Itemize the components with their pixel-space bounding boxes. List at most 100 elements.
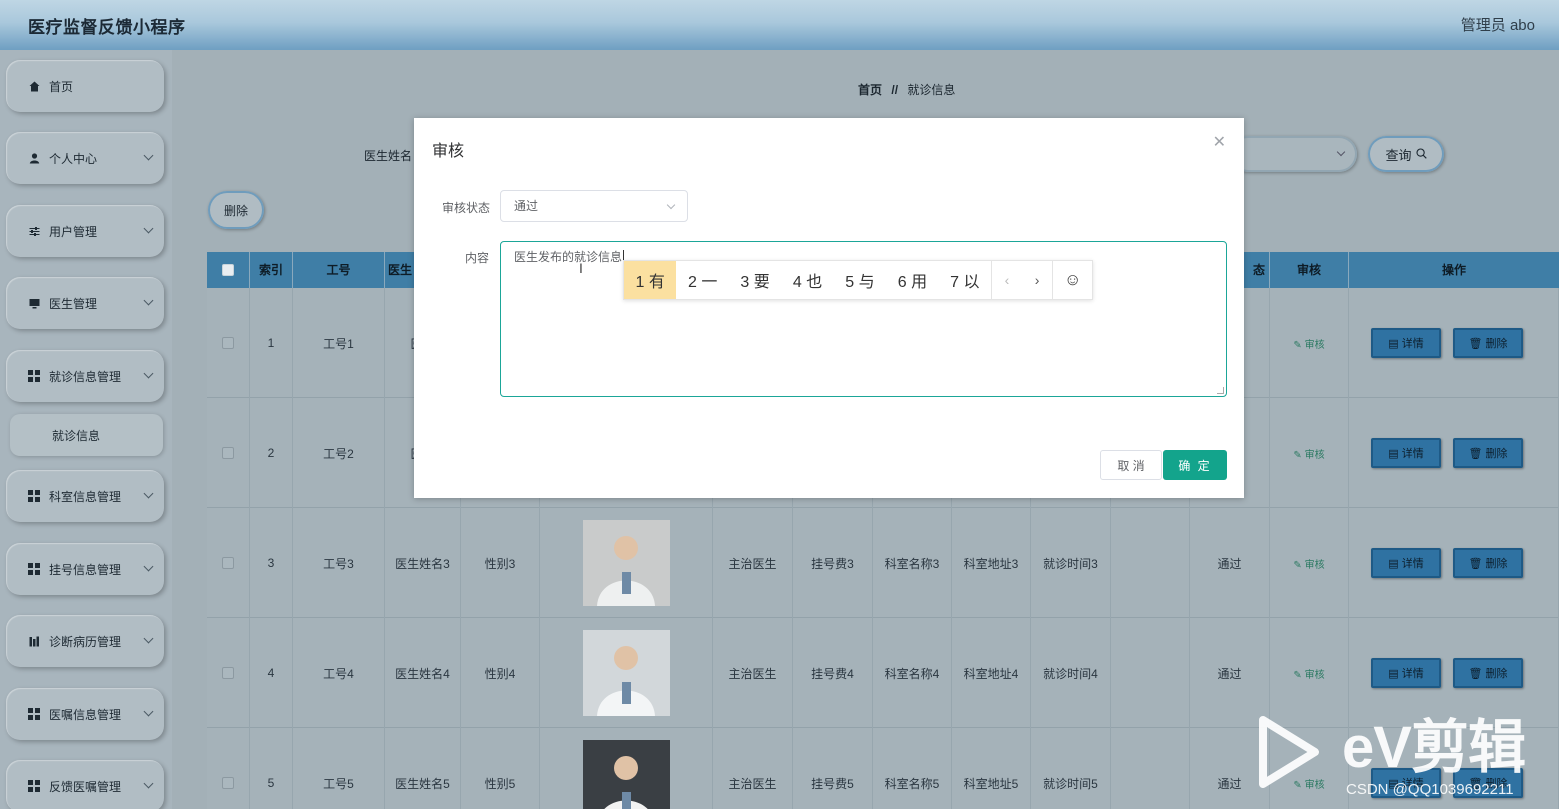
- cell-time: 就诊时间4: [1031, 618, 1111, 728]
- cell-blank: [1111, 618, 1190, 728]
- cell-gender: 性别4: [461, 618, 540, 728]
- breadcrumb-home[interactable]: 首页: [858, 83, 882, 97]
- grid-icon: [28, 490, 40, 502]
- ime-candidate[interactable]: 3 要: [729, 261, 781, 299]
- cell-status: 通过: [1190, 508, 1270, 618]
- sidebar-item-label: 挂号信息管理: [49, 562, 122, 577]
- ime-candidate[interactable]: 5 与: [834, 261, 886, 299]
- cell-cb: [207, 508, 250, 618]
- confirm-button[interactable]: 确 定: [1163, 450, 1227, 480]
- cancel-button[interactable]: 取 消: [1100, 450, 1162, 480]
- row-delete-button[interactable]: 🗑 删除: [1453, 438, 1523, 468]
- sidebar-item-dept-info-management[interactable]: 科室信息管理: [6, 470, 164, 522]
- detail-button[interactable]: ▤ 详情: [1371, 328, 1441, 358]
- sidebar-item-user-management[interactable]: 用户管理: [6, 205, 164, 257]
- audit-link[interactable]: ✎ 审核: [1293, 666, 1324, 681]
- cell-cb: [207, 288, 250, 398]
- ime-candidate[interactable]: 4 也: [781, 261, 833, 299]
- sidebar-item-label: 反馈医嘱管理: [49, 779, 122, 794]
- ime-candidate[interactable]: 1 有: [624, 261, 677, 299]
- detail-button[interactable]: ▤ 详情: [1371, 438, 1441, 468]
- filter-select[interactable]: [1230, 136, 1357, 172]
- cell-addr: 科室地址4: [952, 618, 1031, 728]
- sidebar-item-medical-order-management[interactable]: 医嘱信息管理: [6, 688, 164, 740]
- sidebar-item-feedback-order-management[interactable]: 反馈医嘱管理: [6, 760, 164, 809]
- row-checkbox[interactable]: [222, 447, 234, 459]
- batch-delete-button[interactable]: 删除: [208, 191, 264, 229]
- cell-ops: ▤ 详情 🗑 删除: [1349, 618, 1559, 728]
- ime-next-icon[interactable]: ›: [1022, 261, 1053, 299]
- admin-user-menu[interactable]: 管理员 abo: [1461, 14, 1535, 35]
- sidebar-subitem-visit-info[interactable]: 就诊信息: [10, 414, 163, 456]
- top-bar: 医疗监督反馈小程序 管理员 abo: [0, 0, 1559, 50]
- cell-ops: ▤ 详情 🗑 删除: [1349, 288, 1559, 398]
- audit-link[interactable]: ✎ 审核: [1293, 446, 1324, 461]
- detail-button[interactable]: ▤ 详情: [1371, 658, 1441, 688]
- ime-candidate[interactable]: 7 以: [939, 261, 991, 299]
- row-checkbox[interactable]: [222, 337, 234, 349]
- sidebar-item-personal-center[interactable]: 个人中心: [6, 132, 164, 184]
- cell-id: 工号3: [293, 508, 385, 618]
- cell-index: 5: [250, 728, 293, 809]
- ime-prev-icon[interactable]: ‹: [991, 261, 1022, 299]
- doctor-photo: [582, 630, 670, 716]
- audit-status-label: 审核状态: [442, 201, 491, 215]
- breadcrumb-current: 就诊信息: [907, 83, 956, 97]
- sidebar-item-home[interactable]: 首页: [6, 60, 164, 112]
- search-icon: [1415, 147, 1427, 162]
- sidebar: 首页 个人中心 用户管理 医生管理 就诊信息管理 就诊信息 科室信息管理 挂号信…: [0, 50, 172, 809]
- doctor-photo: [582, 520, 670, 606]
- header-audit: 审核: [1270, 252, 1349, 288]
- chevron-down-icon: [666, 200, 676, 210]
- cell-cb: [207, 728, 250, 809]
- select-all-checkbox[interactable]: [222, 264, 234, 276]
- audit-status-select[interactable]: 通过: [500, 190, 688, 222]
- row-checkbox[interactable]: [222, 777, 234, 789]
- cell-title: 主治医生: [713, 508, 793, 618]
- sidebar-item-diagnosis-record-management[interactable]: 诊断病历管理: [6, 615, 164, 667]
- audit-link[interactable]: ✎ 审核: [1293, 556, 1324, 571]
- audit-link[interactable]: ✎ 审核: [1293, 336, 1324, 351]
- row-delete-button[interactable]: 🗑 删除: [1453, 328, 1523, 358]
- cell-audit: ✎ 审核: [1270, 288, 1349, 398]
- grid-icon: [28, 563, 40, 575]
- cell-index: 2: [250, 398, 293, 508]
- sidebar-item-doctor-management[interactable]: 医生管理: [6, 277, 164, 329]
- close-icon[interactable]: ✕: [1213, 132, 1226, 152]
- row-delete-button[interactable]: 🗑 删除: [1453, 658, 1523, 688]
- content-text: 医生发布的就诊信息: [514, 250, 623, 264]
- sliders-icon: [28, 225, 40, 237]
- watermark-brand: eV剪辑: [1342, 715, 1526, 780]
- cell-gender: 性别5: [461, 728, 540, 809]
- cell-audit: ✎ 审核: [1270, 398, 1349, 508]
- emoji-icon[interactable]: ☺: [1052, 261, 1092, 299]
- header-actions: 操作: [1441, 263, 1466, 277]
- sidebar-item-label: 个人中心: [49, 151, 98, 166]
- chevron-down-icon: [143, 561, 154, 572]
- breadcrumb-separator: //: [891, 83, 899, 97]
- app-title: 医疗监督反馈小程序: [28, 18, 186, 37]
- grid-icon: [28, 780, 40, 792]
- resize-handle[interactable]: [1217, 387, 1224, 394]
- detail-button[interactable]: ▤ 详情: [1371, 548, 1441, 578]
- cell-index: 4: [250, 618, 293, 728]
- cell-id: 工号1: [293, 288, 385, 398]
- cell-addr: 科室地址5: [952, 728, 1031, 809]
- ime-candidate[interactable]: 2 一: [676, 261, 728, 299]
- row-delete-button[interactable]: 🗑 删除: [1453, 548, 1523, 578]
- cell-id: 工号4: [293, 618, 385, 728]
- header-index: 索引: [250, 252, 293, 288]
- query-button[interactable]: 查询: [1368, 136, 1444, 172]
- chevron-down-icon: [143, 150, 154, 161]
- cell-time: 就诊时间5: [1031, 728, 1111, 809]
- ime-candidate-bar: 1 有 2 一 3 要 4 也 5 与 6 用 7 以 ‹ › ☺: [623, 260, 1093, 300]
- cell-blank: [1111, 508, 1190, 618]
- ime-candidate[interactable]: 6 用: [886, 261, 938, 299]
- dialog-title: 审核: [432, 143, 465, 160]
- sidebar-item-visit-info-management[interactable]: 就诊信息管理: [6, 350, 164, 402]
- row-checkbox[interactable]: [222, 557, 234, 569]
- table-row: 3 工号3 医生姓名3 性别3 主治医生 挂号费3 科室名称3 科室地址3 就诊时间3 通过 ✎ 审…: [207, 508, 1559, 618]
- sidebar-item-registration-management[interactable]: 挂号信息管理: [6, 543, 164, 595]
- row-checkbox[interactable]: [222, 667, 234, 679]
- user-icon: [28, 152, 40, 164]
